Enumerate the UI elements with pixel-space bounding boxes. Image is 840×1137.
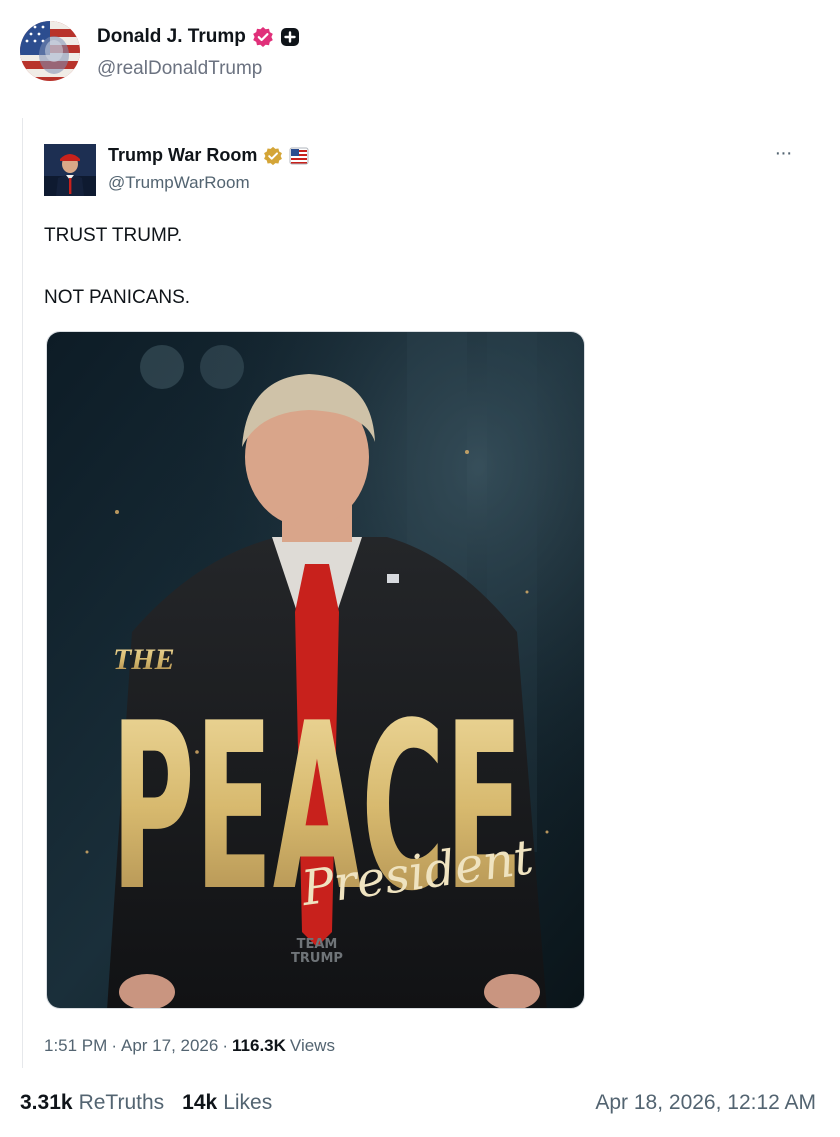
author-avatar[interactable]: [20, 21, 80, 81]
image-watermark: TEAM: [297, 937, 338, 952]
more-options-icon[interactable]: ···: [768, 143, 798, 166]
author-name[interactable]: Donald J. Trump: [97, 26, 246, 48]
flag-badge-icon: [289, 147, 309, 165]
post-image[interactable]: THE PEACE President TEAM TRUMP: [46, 331, 585, 1009]
post-text-line: NOT PANICANS.: [44, 287, 191, 308]
likes-label[interactable]: Likes: [223, 1091, 272, 1115]
retruths-label[interactable]: ReTruths: [79, 1091, 165, 1115]
post-date[interactable]: Apr 17, 2026: [121, 1036, 218, 1056]
plus-badge-icon: [280, 27, 300, 47]
post-meta: 1:51 PM · Apr 17, 2026 · 116.3K Views: [44, 1036, 335, 1056]
meta-separator: ·: [222, 1036, 229, 1055]
post-time[interactable]: 1:51 PM: [44, 1036, 107, 1056]
quoted-author-name[interactable]: Trump War Room: [108, 145, 257, 166]
quote-thread-rail: [22, 118, 23, 1068]
gold-verified-badge-icon: [263, 146, 283, 166]
post-timestamp[interactable]: Apr 18, 2026, 12:12 AM: [595, 1091, 816, 1115]
author-handle[interactable]: @realDonaldTrump: [97, 58, 262, 80]
views-label: Views: [289, 1036, 335, 1055]
post-stats: 3.31k ReTruths 14k Likes: [20, 1091, 272, 1115]
quoted-author-avatar[interactable]: [44, 144, 96, 196]
image-watermark: TRUMP: [291, 951, 343, 966]
likes-count[interactable]: 14k: [182, 1091, 217, 1115]
retruths-count[interactable]: 3.31k: [20, 1091, 73, 1115]
meta-separator: ·: [111, 1036, 117, 1055]
post-text-line: TRUST TRUMP.: [44, 225, 183, 246]
quoted-author-handle[interactable]: @TrumpWarRoom: [108, 173, 250, 193]
image-headline-small: THE: [113, 643, 175, 676]
verified-badge-icon: [252, 26, 274, 48]
views-count: 116.3K: [232, 1036, 286, 1055]
